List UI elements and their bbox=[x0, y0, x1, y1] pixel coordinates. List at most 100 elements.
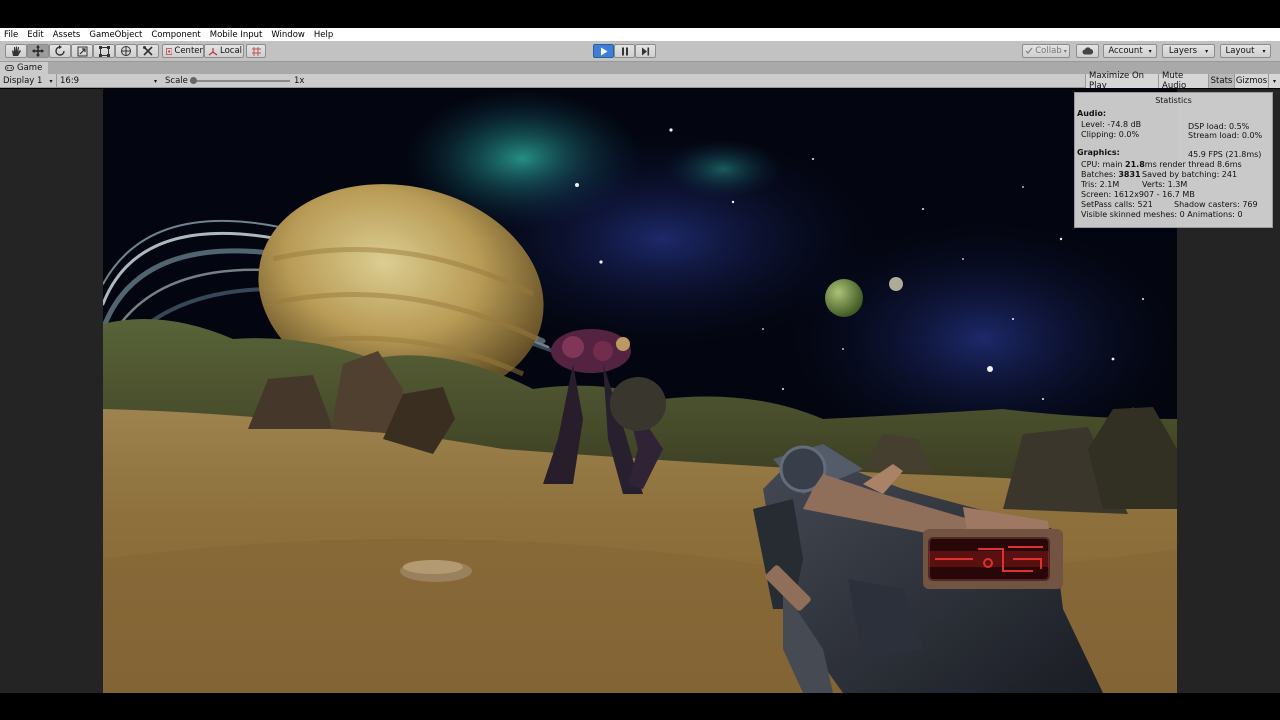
gizmos-menu-button[interactable]: ▾ bbox=[1268, 74, 1280, 88]
chevron-down-icon: ▾ bbox=[1205, 47, 1209, 55]
menu-help[interactable]: Help bbox=[314, 30, 333, 40]
stats-shadow-casters: Shadow casters: 769 bbox=[1174, 200, 1258, 209]
game-scene bbox=[103, 89, 1177, 693]
account-label: Account bbox=[1108, 46, 1143, 56]
stats-stream-load: Stream load: 0.0% bbox=[1188, 131, 1263, 140]
stats-batches-value: 3831 bbox=[1118, 170, 1141, 179]
scale-icon bbox=[77, 46, 87, 56]
scale-slider[interactable] bbox=[190, 74, 290, 88]
custom-tool-icon bbox=[143, 46, 153, 56]
cloud-button[interactable] bbox=[1076, 44, 1099, 58]
scale-value: 1x bbox=[294, 76, 305, 86]
move-tool-button[interactable] bbox=[27, 44, 49, 58]
menu-edit[interactable]: Edit bbox=[27, 30, 43, 40]
stats-dsp-load: DSP load: 0.5% bbox=[1188, 122, 1250, 131]
game-view-toolbar: Display 1 ▾ 16:9 ▾ Scale 1x Maximize On … bbox=[0, 71, 1280, 91]
rect-tool-button[interactable] bbox=[93, 44, 115, 58]
layout-dropdown[interactable]: Layout ▾ bbox=[1220, 44, 1271, 58]
rect-icon bbox=[98, 45, 110, 57]
maximize-on-play-toggle[interactable]: Maximize On Play bbox=[1085, 71, 1158, 91]
play-icon bbox=[600, 47, 607, 55]
stats-tris: Tris: 2.1M bbox=[1081, 180, 1120, 189]
pivot-local-button[interactable]: Local bbox=[204, 44, 244, 58]
chevron-down-icon: ▾ bbox=[1262, 47, 1266, 55]
chevron-down-icon: ▾ bbox=[1063, 47, 1067, 55]
mute-audio-toggle[interactable]: Mute Audio bbox=[1158, 71, 1208, 91]
collab-dropdown[interactable]: Collab ▾ bbox=[1022, 44, 1070, 58]
game-viewport[interactable] bbox=[103, 89, 1177, 693]
letterbox-bottom bbox=[0, 693, 1280, 720]
play-button[interactable] bbox=[593, 44, 614, 58]
stats-verts: Verts: 1.3M bbox=[1142, 180, 1188, 189]
gizmos-dropdown[interactable]: Gizmos bbox=[1234, 74, 1268, 88]
scale-slider-thumb[interactable] bbox=[190, 77, 197, 84]
chevron-down-icon: ▾ bbox=[49, 77, 53, 85]
stats-level: Level: -74.8 dB bbox=[1081, 120, 1142, 129]
stats-cpu-suffix: ms render thread 8.6ms bbox=[1144, 160, 1242, 169]
tab-game-label: Game bbox=[17, 63, 43, 73]
tab-game[interactable]: Game bbox=[0, 62, 49, 74]
stats-title: Statistics bbox=[1155, 96, 1192, 105]
menu-component[interactable]: Component bbox=[151, 30, 200, 40]
scale-label: Scale bbox=[165, 76, 188, 86]
stats-cpu-main: 21.8 bbox=[1125, 160, 1145, 169]
custom-tool-button[interactable] bbox=[137, 44, 159, 58]
stats-skinned-meshes: Visible skinned meshes: 0 Animations: 0 bbox=[1081, 210, 1243, 219]
display-dropdown[interactable]: Display 1 ▾ bbox=[3, 74, 53, 88]
menu-file[interactable]: File bbox=[4, 30, 18, 40]
move-icon bbox=[32, 45, 44, 57]
unity-editor-window: File Edit Assets GameObject Component Mo… bbox=[0, 0, 1280, 720]
space-label: Local bbox=[220, 46, 243, 56]
menu-window[interactable]: Window bbox=[271, 30, 305, 40]
display-label: Display 1 bbox=[3, 76, 43, 86]
menu-bar: File Edit Assets GameObject Component Mo… bbox=[0, 28, 1280, 41]
chevron-down-icon: ▾ bbox=[1148, 47, 1152, 55]
scale-slider-track bbox=[190, 77, 290, 84]
hand-tool-button[interactable] bbox=[5, 44, 27, 58]
stats-screen: Screen: 1612x907 - 16.7 MB bbox=[1081, 190, 1195, 199]
stats-fps: 45.9 FPS (21.8ms) bbox=[1188, 150, 1262, 159]
menu-gameobject[interactable]: GameObject bbox=[89, 30, 142, 40]
aspect-label: 16:9 bbox=[60, 76, 80, 86]
pivot-label: Center bbox=[174, 46, 203, 56]
layers-dropdown[interactable]: Layers ▾ bbox=[1162, 44, 1215, 58]
aspect-dropdown[interactable]: 16:9 ▾ bbox=[56, 74, 160, 88]
statistics-panel: Statistics Audio: Level: -74.8 dB Clippi… bbox=[1074, 92, 1273, 228]
stats-batches-prefix: Batches: bbox=[1081, 170, 1119, 179]
pause-icon bbox=[621, 47, 628, 55]
stats-audio-header: Audio: bbox=[1077, 109, 1107, 118]
pivot-center-button[interactable]: Center bbox=[162, 44, 204, 58]
stats-setpass: SetPass calls: 521 bbox=[1081, 200, 1153, 209]
stats-batches: Batches: 3831 bbox=[1081, 170, 1141, 179]
collab-label: Collab bbox=[1035, 46, 1062, 56]
pause-button[interactable] bbox=[614, 44, 635, 58]
chevron-down-icon: ▾ bbox=[1272, 77, 1276, 85]
snap-button[interactable] bbox=[246, 44, 266, 58]
tab-bar: Game bbox=[0, 62, 1280, 74]
stats-graphics-header: Graphics: bbox=[1077, 148, 1120, 157]
layers-label: Layers bbox=[1168, 46, 1198, 56]
transform-tool-button[interactable] bbox=[115, 44, 137, 58]
check-icon bbox=[1025, 47, 1033, 54]
rotate-tool-button[interactable] bbox=[49, 44, 71, 58]
chevron-down-icon: ▾ bbox=[153, 77, 157, 85]
grid-snap-icon bbox=[251, 46, 261, 56]
menu-mobile-input[interactable]: Mobile Input bbox=[210, 30, 263, 40]
stats-cpu-prefix: CPU: main bbox=[1081, 160, 1126, 169]
gamepad-icon bbox=[5, 65, 14, 71]
pivot-icon bbox=[166, 47, 173, 55]
stats-clipping: Clipping: 0.0% bbox=[1081, 130, 1140, 139]
layout-label: Layout bbox=[1225, 46, 1255, 56]
local-space-icon bbox=[208, 47, 218, 55]
step-icon bbox=[642, 47, 650, 55]
hand-icon bbox=[12, 46, 21, 56]
stats-cpu: CPU: main 21.8ms render thread 8.6ms bbox=[1081, 160, 1242, 169]
stats-toggle[interactable]: Stats bbox=[1208, 74, 1234, 88]
cloud-icon bbox=[1082, 47, 1093, 55]
rotate-icon bbox=[55, 45, 65, 56]
account-dropdown[interactable]: Account ▾ bbox=[1103, 44, 1157, 58]
step-button[interactable] bbox=[635, 44, 656, 58]
menu-assets[interactable]: Assets bbox=[53, 30, 81, 40]
scale-tool-button[interactable] bbox=[71, 44, 93, 58]
main-toolbar: Center Local Collab ▾ Account ▾ Layers ▾… bbox=[0, 41, 1280, 62]
